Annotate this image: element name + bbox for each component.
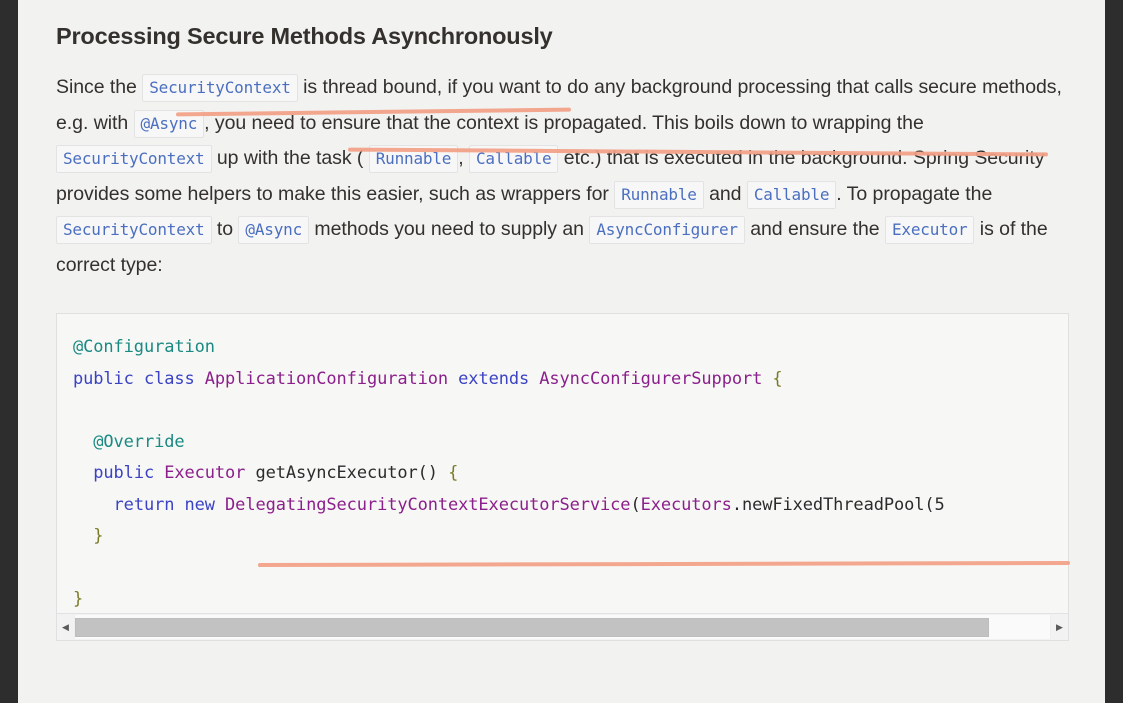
code-token: @Configuration [73, 337, 215, 358]
code-token: Executor [164, 463, 246, 484]
code-token: DelegatingSecurityContextExecutorService [225, 494, 631, 515]
code-token: .newFixedThreadPool( [731, 494, 935, 515]
code-token: { [772, 368, 783, 389]
page-content: Processing Secure Methods Asynchronously… [18, 0, 1105, 642]
code-token: class [143, 368, 195, 389]
inline-code-async-2: @Async [238, 216, 310, 245]
code-block: @Configuration public class ApplicationC… [56, 313, 1069, 642]
documentation-page: Processing Secure Methods Asynchronously… [18, 0, 1105, 703]
inline-code-runnable-2: Runnable [614, 180, 704, 209]
inline-code-runnable-1: Runnable [368, 145, 459, 174]
code-token: } [73, 589, 84, 609]
code-scroll-viewport[interactable]: @Configuration public class ApplicationC… [57, 314, 1068, 608]
para-text-7: and [703, 182, 747, 205]
inline-code-securitycontext-1: SecurityContext [142, 74, 298, 103]
code-token: AsyncConfigurerSupport [539, 368, 763, 389]
code-token: public [73, 368, 134, 389]
intro-paragraph: Since the SecurityContext is thread boun… [56, 70, 1069, 283]
para-text-1: Since the [56, 76, 143, 99]
horizontal-scrollbar[interactable]: ◀ ▶ [57, 613, 1068, 641]
para-text-5: , [458, 147, 469, 170]
code-token: @Override [73, 431, 185, 452]
page-gutter-left [0, 0, 18, 703]
code-token: } [73, 526, 104, 547]
inline-code-securitycontext-3: SecurityContext [56, 216, 212, 245]
code-token: getAsyncExecutor [255, 463, 418, 484]
code-token: ( [630, 494, 641, 515]
inline-code-asyncconfigurer: AsyncConfigurer [589, 216, 745, 245]
para-text-8: . To propagate the [836, 182, 993, 205]
scroll-right-arrow-icon[interactable]: ▶ [1051, 615, 1068, 640]
inline-code-callable-2: Callable [746, 180, 837, 209]
page-gutter-right [1105, 0, 1123, 703]
para-text-11: and ensure the [744, 218, 885, 241]
code-token: ApplicationConfiguration [204, 368, 449, 389]
inline-code-callable-1: Callable [468, 145, 559, 174]
code-token: Executors [640, 494, 732, 515]
inline-code-executor: Executor [884, 216, 975, 245]
code-listing: @Configuration public class ApplicationC… [73, 332, 1068, 608]
code-token: { [448, 463, 459, 484]
para-text-9: to [211, 218, 239, 241]
code-token: extends [458, 368, 530, 389]
code-token: new [184, 494, 216, 515]
code-token: return [113, 494, 175, 515]
scrollbar-track[interactable] [74, 615, 1051, 640]
scroll-left-arrow-icon[interactable]: ◀ [57, 615, 74, 640]
para-text-3: , you need to ensure that the context is… [204, 111, 924, 134]
code-token: public [93, 463, 155, 484]
code-token: () [417, 463, 438, 484]
para-text-10: methods you need to supply an [309, 218, 590, 241]
code-token: 5 [934, 494, 945, 515]
para-text-4: up with the task ( [211, 147, 369, 170]
inline-code-async-1: @Async [133, 109, 205, 138]
inline-code-securitycontext-2: SecurityContext [56, 145, 212, 174]
scrollbar-thumb[interactable] [75, 618, 989, 638]
page-title: Processing Secure Methods Asynchronously [56, 23, 553, 49]
